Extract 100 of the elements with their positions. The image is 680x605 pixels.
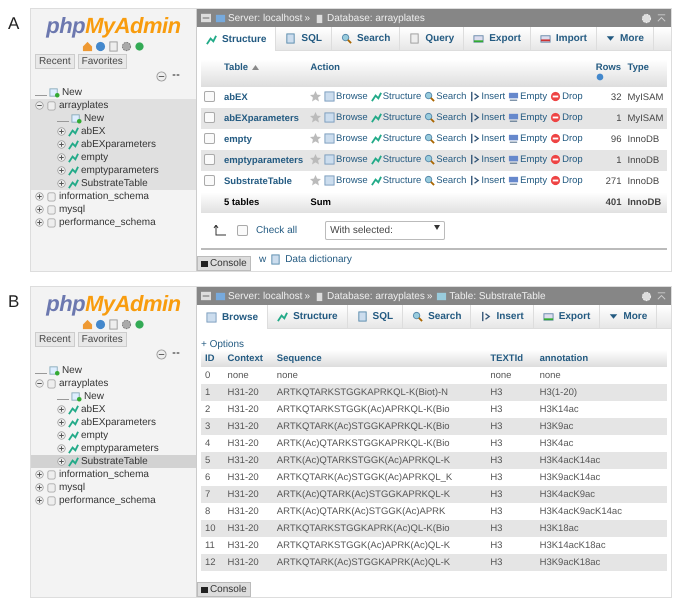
- checkbox[interactable]: [236, 225, 248, 236]
- tree-item[interactable]: empty: [80, 430, 108, 441]
- tree-item[interactable]: performance_schema: [58, 495, 156, 506]
- action-link[interactable]: Drop: [550, 174, 583, 186]
- checkbox[interactable]: [204, 90, 215, 102]
- action-link[interactable]: Search: [424, 154, 466, 164]
- action-link[interactable]: Search: [424, 90, 466, 102]
- tree-item[interactable]: performance_schema: [58, 217, 156, 228]
- table-cell: 5: [200, 452, 224, 469]
- tab[interactable]: Query: [400, 27, 464, 50]
- table-name-link[interactable]: empty: [224, 134, 252, 145]
- table-name-link[interactable]: abEXparameters: [224, 113, 299, 124]
- action-link[interactable]: Drop: [550, 132, 583, 144]
- checkbox[interactable]: [204, 174, 215, 186]
- action-link[interactable]: Browse: [324, 132, 368, 144]
- tree-item[interactable]: information_schema: [58, 191, 149, 202]
- tree-item[interactable]: information_schema: [58, 469, 149, 480]
- tree-item[interactable]: arrayplates: [58, 100, 108, 111]
- tab[interactable]: Structure: [268, 305, 348, 328]
- tree-item[interactable]: New: [62, 365, 82, 376]
- tree-item[interactable]: abEX: [80, 404, 106, 415]
- action-link[interactable]: Empty: [508, 154, 548, 164]
- action-link[interactable]: Insert: [469, 90, 506, 102]
- tab[interactable]: Insert: [471, 305, 534, 328]
- column-header[interactable]: Context: [224, 350, 273, 367]
- checkbox[interactable]: [204, 132, 215, 144]
- action-link[interactable]: Insert: [469, 132, 506, 144]
- action-link[interactable]: Structure: [370, 90, 422, 102]
- action-link[interactable]: Empty: [508, 132, 548, 144]
- action-link[interactable]: Insert: [469, 174, 506, 186]
- column-header[interactable]: Sequence: [272, 350, 486, 367]
- column-header[interactable]: annotation: [536, 350, 667, 367]
- with-selected-dropdown[interactable]: With selected:: [325, 221, 446, 240]
- table-name-link[interactable]: emptyparameters: [224, 155, 304, 166]
- action-link[interactable]: Drop: [550, 112, 583, 122]
- action-link[interactable]: Insert: [469, 154, 506, 164]
- tab[interactable]: SQL: [276, 27, 332, 50]
- action-link[interactable]: Browse: [324, 154, 368, 164]
- column-header[interactable]: Rows: [592, 59, 624, 87]
- table-name-link[interactable]: abEX: [224, 92, 248, 103]
- action-link[interactable]: Empty: [508, 112, 548, 122]
- print-view-link[interactable]: w: [258, 254, 266, 265]
- action-link[interactable]: Structure: [370, 112, 422, 122]
- column-header[interactable]: TEXTId: [486, 350, 536, 367]
- nav-tab[interactable]: Recent: [34, 332, 75, 347]
- nav-tab[interactable]: Favorites: [78, 332, 127, 347]
- tab[interactable]: Export: [464, 27, 531, 50]
- tree-item[interactable]: abEX: [80, 126, 106, 137]
- column-header[interactable]: Type: [624, 59, 667, 87]
- checkbox[interactable]: [204, 154, 215, 164]
- action-link[interactable]: Drop: [550, 154, 583, 164]
- data-dictionary-link[interactable]: Data dictionary: [285, 254, 352, 265]
- expand-icon: [56, 444, 66, 453]
- options-link[interactable]: + Options: [196, 329, 671, 350]
- action-link[interactable]: Insert: [469, 112, 506, 122]
- tree-item[interactable]: New: [84, 391, 104, 402]
- tree-item[interactable]: emptyparameters: [80, 443, 159, 454]
- tab[interactable]: Search: [332, 27, 400, 50]
- action-link[interactable]: Empty: [508, 90, 548, 102]
- tree-item[interactable]: SubstrateTable: [80, 178, 148, 189]
- tree-item[interactable]: New: [84, 113, 104, 124]
- tab[interactable]: Export: [534, 305, 600, 328]
- column-header[interactable]: Action: [307, 59, 593, 87]
- tree-item[interactable]: mysql: [58, 482, 86, 493]
- action-link[interactable]: Drop: [550, 90, 583, 102]
- console-button[interactable]: Console: [196, 582, 251, 597]
- console-button[interactable]: Console: [196, 256, 251, 271]
- tree-item[interactable]: arrayplates: [58, 378, 108, 389]
- tab[interactable]: More: [597, 27, 654, 50]
- tree-item[interactable]: empty: [80, 152, 108, 163]
- action-link[interactable]: Structure: [370, 132, 422, 144]
- tree-item[interactable]: mysql: [58, 204, 86, 215]
- action-link[interactable]: Empty: [508, 174, 548, 186]
- tree-item[interactable]: New: [62, 87, 82, 98]
- tab[interactable]: Structure: [196, 27, 276, 51]
- tab[interactable]: SQL: [348, 305, 404, 328]
- tab[interactable]: Search: [403, 305, 472, 328]
- tab[interactable]: More: [600, 305, 658, 328]
- tree-item[interactable]: abEXparameters: [80, 417, 156, 428]
- tab[interactable]: Import: [530, 27, 598, 50]
- tab[interactable]: Browse: [196, 305, 268, 329]
- new-icon: [70, 113, 82, 124]
- checkbox[interactable]: [204, 112, 215, 122]
- table-name-link[interactable]: SubstrateTable: [224, 176, 292, 187]
- table-cell: H3: [486, 435, 536, 452]
- action-link[interactable]: Browse: [324, 90, 368, 102]
- action-link[interactable]: Search: [424, 174, 466, 186]
- tree-item[interactable]: emptyparameters: [80, 165, 159, 176]
- check-all-link[interactable]: Check all: [256, 225, 298, 236]
- column-header[interactable]: Table: [220, 59, 308, 87]
- action-link[interactable]: Browse: [324, 174, 368, 186]
- nav-tab[interactable]: Favorites: [78, 54, 127, 69]
- action-link[interactable]: Search: [424, 112, 466, 122]
- action-link[interactable]: Browse: [324, 112, 368, 122]
- action-link[interactable]: Structure: [370, 154, 422, 164]
- action-link[interactable]: Structure: [370, 174, 422, 186]
- nav-tab[interactable]: Recent: [34, 54, 75, 69]
- action-link[interactable]: Search: [424, 132, 466, 144]
- column-header[interactable]: ID: [200, 350, 224, 367]
- tree-item[interactable]: abEXparameters: [80, 139, 156, 150]
